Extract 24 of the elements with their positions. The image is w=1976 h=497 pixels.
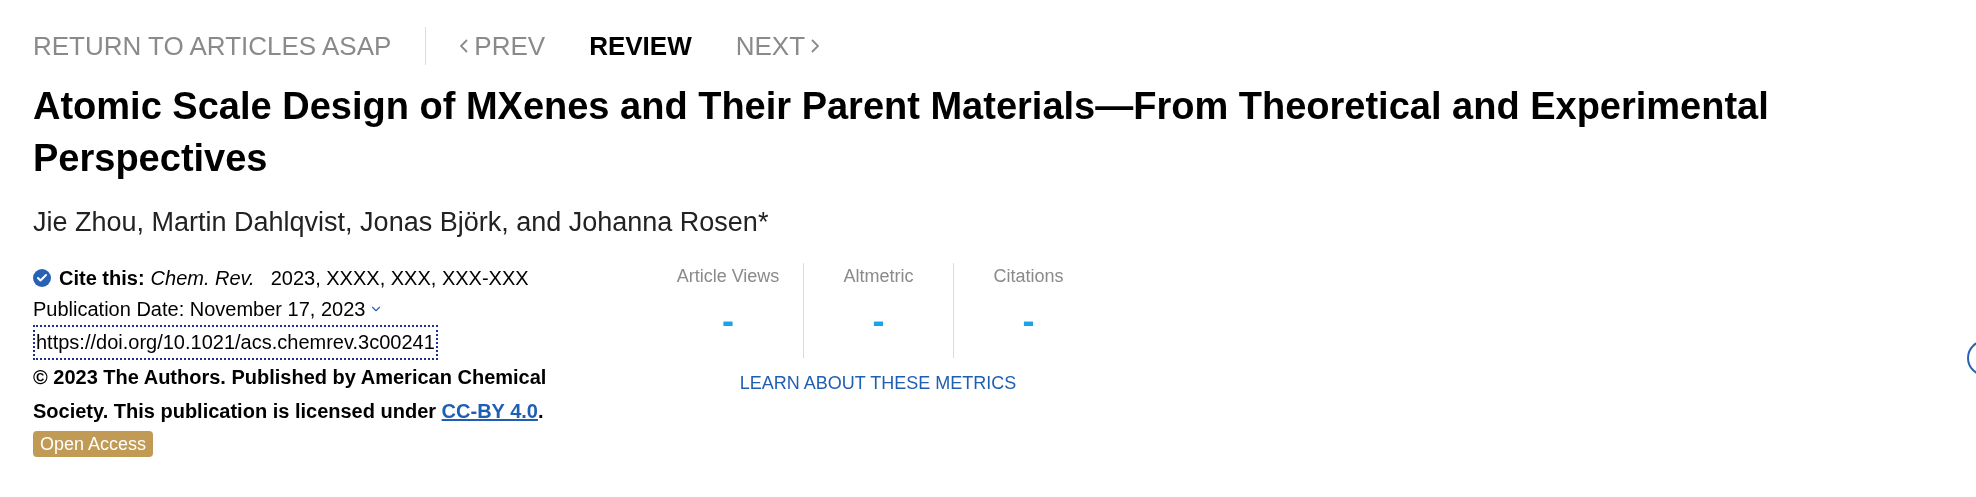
author-list: Jie Zhou, Martin Dahlqvist, Jonas Björk, and Johanna Rosen* [0, 202, 1976, 243]
cite-label: Cite this: [59, 265, 145, 291]
metric-label: Citations [993, 264, 1064, 288]
open-access-badge: Open Access [33, 430, 154, 457]
chevron-right-icon [811, 39, 820, 53]
chevron-left-icon [460, 39, 469, 53]
copyright-notice: © 2023 The Authors. Published by American Chemical Society. This publication is licensed under CC-BY 4.0. [33, 364, 548, 424]
next-link[interactable]: NEXT [735, 26, 820, 66]
citation-details: 2023, XXXX, XXX, XXX-XXX [270, 265, 529, 291]
doi-link[interactable]: https://doi.org/10.1021/acs.chemrev.3c00241 [33, 324, 438, 360]
metric-value: - [722, 298, 734, 343]
verified-check-icon [33, 269, 51, 287]
publication-date: Publication Date: November 17, 2023 [33, 296, 366, 322]
metric-label: Article Views [676, 264, 780, 288]
return-link[interactable]: RETURN TO ARTICLES ASAP [33, 26, 392, 66]
prev-link[interactable]: PREV [460, 26, 546, 66]
metric-value: - [1022, 298, 1035, 343]
article-title: Atomic Scale Design of MXenes and Their Parent Materials—From Theoretical and Experimental Perspectives [32, 84, 1770, 181]
metric-label: Altmetric [843, 264, 914, 288]
section-label: REVIEW [589, 29, 692, 63]
license-link[interactable]: CC-BY 4.0 [441, 399, 538, 422]
journal-name: Chem. Rev. [150, 265, 255, 291]
metrics-link[interactable]: LEARN ABOUT THESE METRICS [739, 369, 1017, 397]
metric-value: - [872, 298, 885, 343]
